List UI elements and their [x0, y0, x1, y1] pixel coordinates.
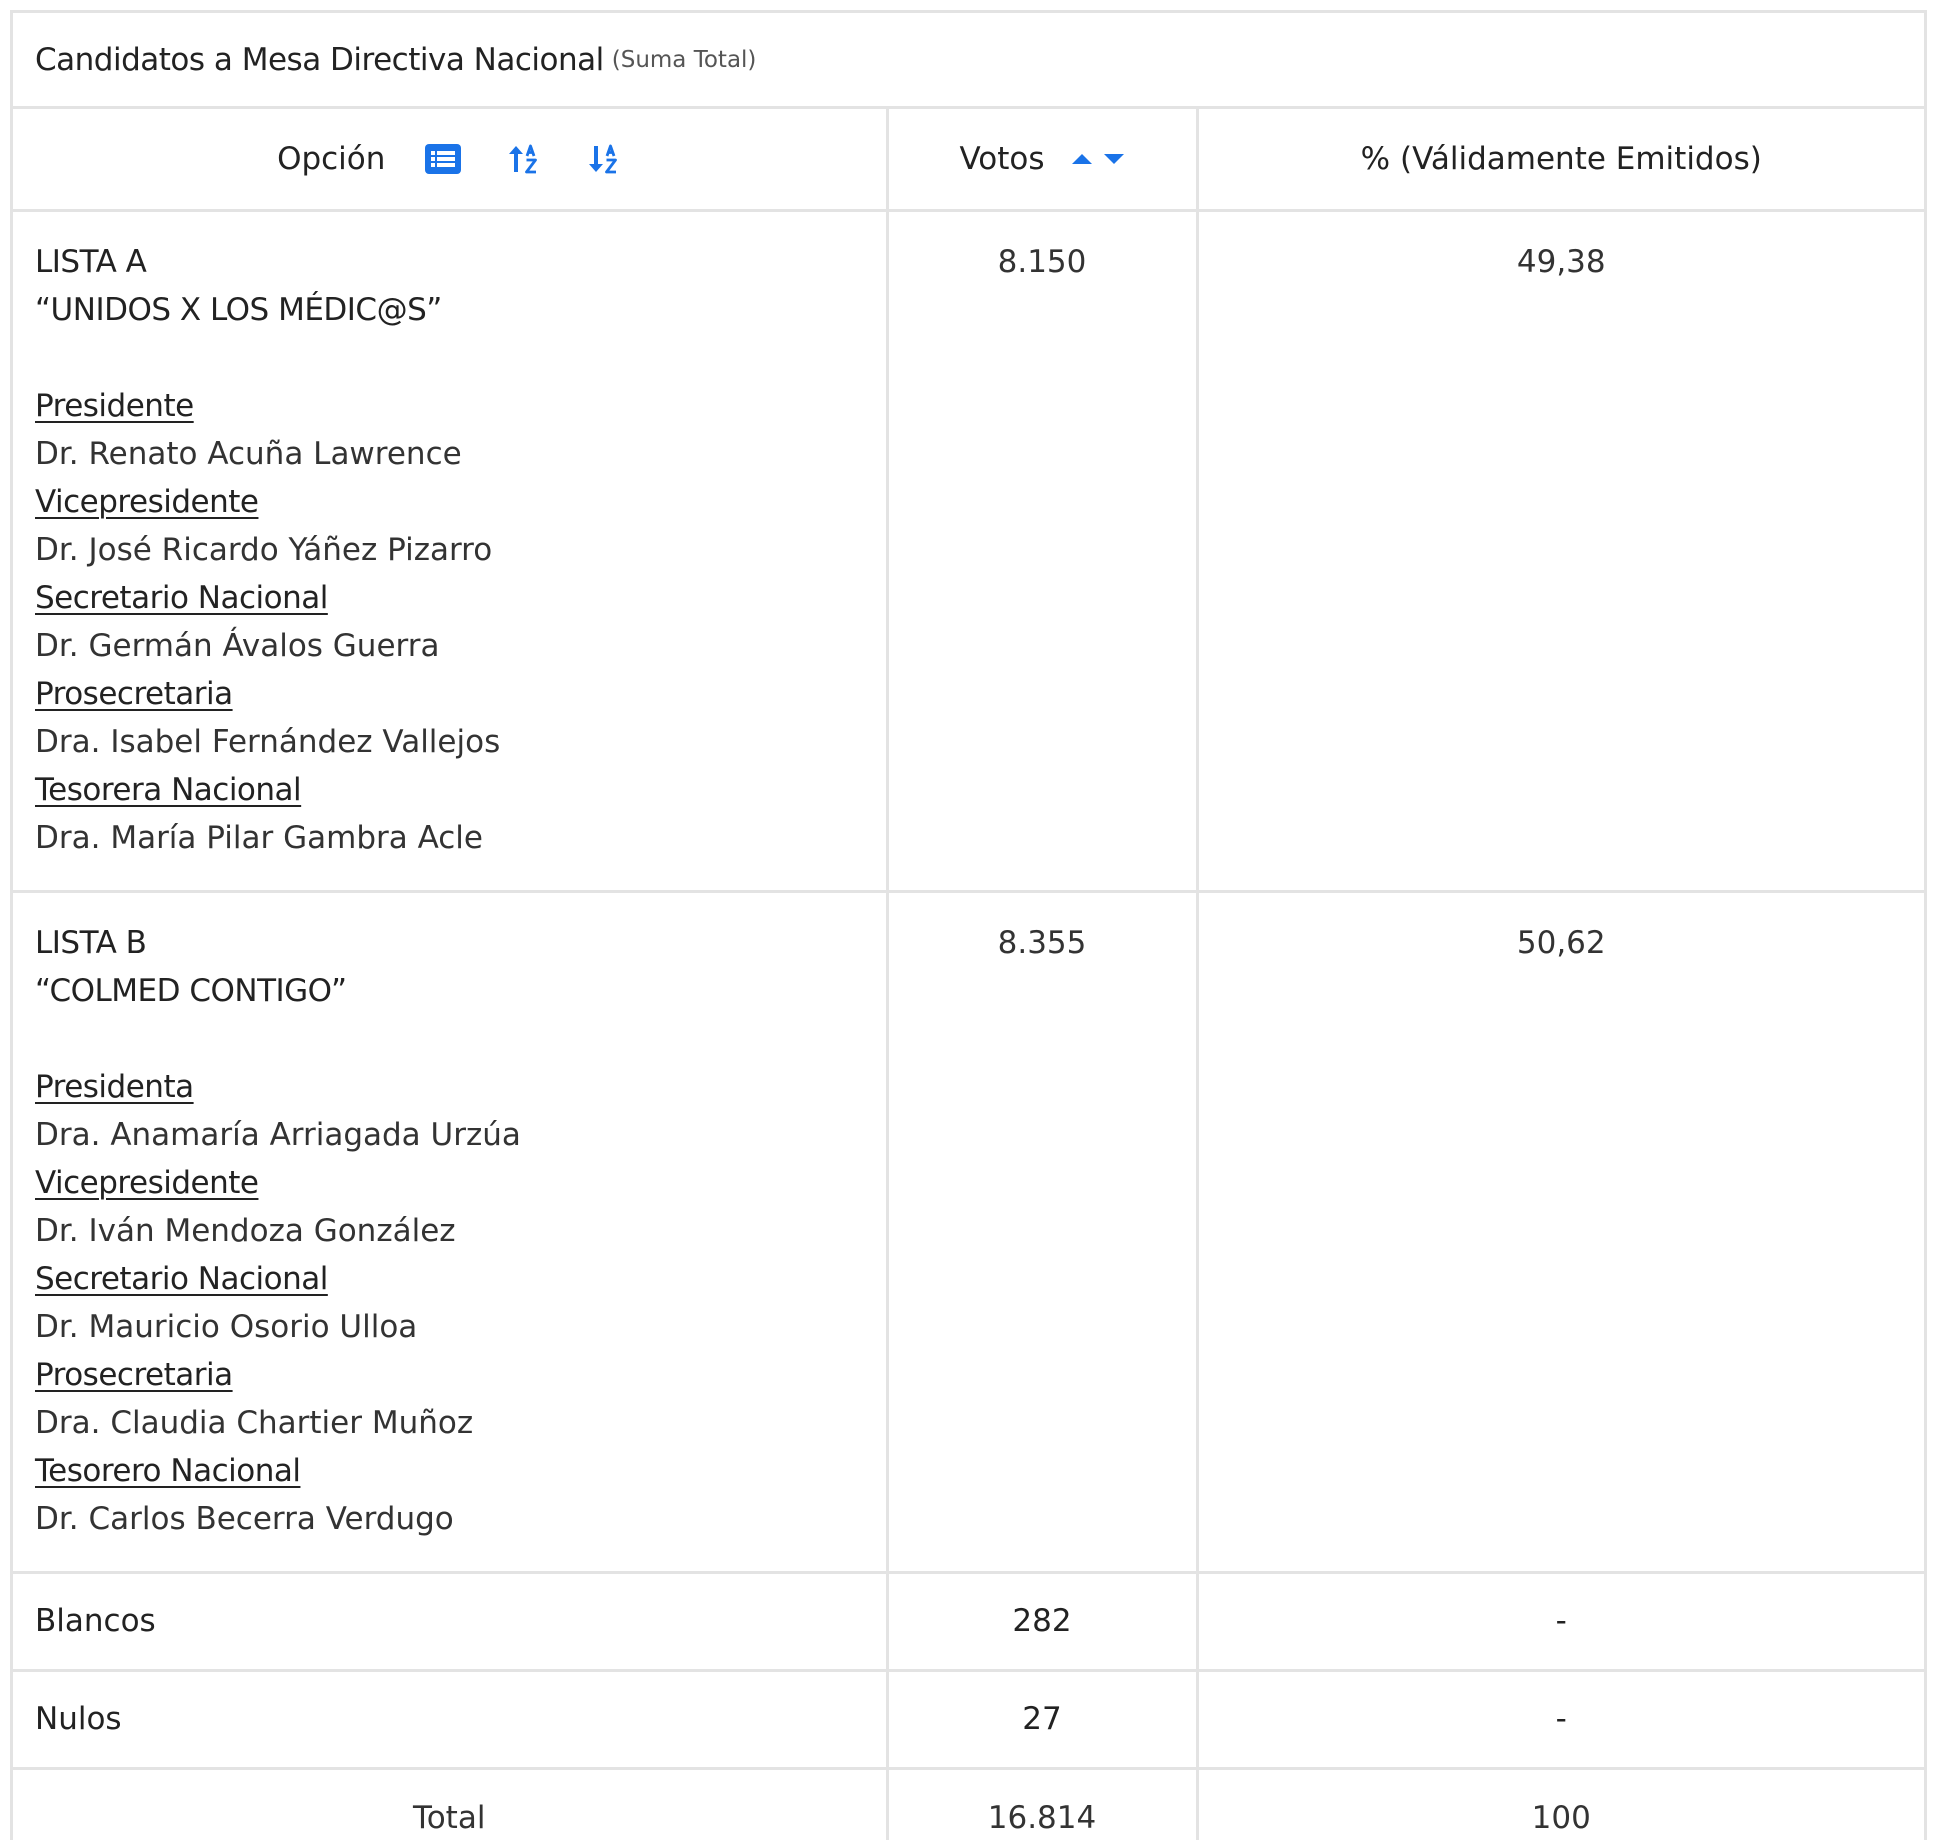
role-title: Secretario Nacional [35, 579, 328, 616]
candidate-name: Dra. María Pilar Gambra Acle [35, 819, 483, 856]
total-percent: 100 [1531, 1799, 1591, 1836]
candidate-name: Dra. Isabel Fernández Vallejos [35, 723, 501, 760]
panel-header: Candidatos a Mesa Directiva Nacional (Su… [13, 13, 1924, 109]
table-row: LISTA A “UNIDOS X LOS MÉDIC@S” President… [13, 210, 1924, 893]
role-title: Tesorero Nacional [35, 1452, 301, 1489]
header-option: Opción [13, 109, 889, 212]
percent-cell: 49,38 [1197, 210, 1924, 893]
candidate-name: Dr. José Ricardo Yáñez Pizarro [35, 531, 493, 568]
total-label: Total [13, 1768, 889, 1840]
nulos-label: Nulos [13, 1670, 889, 1770]
candidate-name: Dra. Anamaría Arriagada Urzúa [35, 1116, 521, 1153]
role-title: Presidente [35, 387, 194, 424]
candidate-name: Dra. Claudia Chartier Muñoz [35, 1404, 474, 1441]
list-slogan: “UNIDOS X LOS MÉDIC@S” [35, 291, 442, 328]
sort-alpha-up-icon[interactable] [507, 142, 541, 176]
votes-cell: 8.150 [887, 210, 1199, 893]
candidate-name: Dr. Mauricio Osorio Ulloa [35, 1308, 418, 1345]
role-title: Secretario Nacional [35, 1260, 328, 1297]
caret-up-icon[interactable] [1071, 152, 1093, 166]
panel-title: Candidatos a Mesa Directiva Nacional [35, 41, 604, 78]
role-title: Tesorera Nacional [35, 771, 302, 808]
nulos-votes: 27 [887, 1670, 1199, 1770]
table-header-row: Opción Votos % (Válidamente Emitidos) [13, 109, 1924, 212]
role-title: Prosecretaria [35, 1356, 233, 1393]
candidate-name: Dr. Iván Mendoza González [35, 1212, 456, 1249]
results-panel: Candidatos a Mesa Directiva Nacional (Su… [10, 10, 1927, 1840]
role-title: Prosecretaria [35, 675, 233, 712]
candidate-name: Dr. Carlos Becerra Verdugo [35, 1500, 454, 1537]
role-title: Vicepresidente [35, 1164, 259, 1201]
panel-subtitle: (Suma Total) [611, 46, 757, 73]
nulos-row: Nulos 27 - [13, 1670, 1924, 1770]
sort-alpha-down-icon[interactable] [587, 142, 621, 176]
nulos-percent: - [1197, 1670, 1924, 1770]
blancos-percent: - [1197, 1572, 1924, 1672]
header-percent: % (Válidamente Emitidos) [1197, 109, 1924, 212]
list-label: LISTA A [35, 243, 147, 280]
option-cell: LISTA A “UNIDOS X LOS MÉDIC@S” President… [13, 210, 889, 893]
header-percent-label: % (Válidamente Emitidos) [1360, 140, 1762, 177]
total-votes: 16.814 [887, 1768, 1199, 1840]
list-icon[interactable] [425, 143, 462, 174]
candidate-name: Dr. Germán Ávalos Guerra [35, 627, 440, 664]
role-title: Vicepresidente [35, 483, 259, 520]
list-slogan: “COLMED CONTIGO” [35, 972, 347, 1009]
caret-down-icon[interactable] [1103, 152, 1125, 166]
list-label: LISTA B [35, 924, 147, 961]
results-table: Opción Votos % (Válidamente Emitidos) LI… [13, 109, 1924, 1840]
header-votes-label: Votos [959, 140, 1045, 177]
table-row: LISTA B “COLMED CONTIGO” Presidenta Dra.… [13, 891, 1924, 1574]
blancos-votes: 282 [887, 1572, 1199, 1672]
blancos-label: Blancos [13, 1572, 889, 1672]
option-cell: LISTA B “COLMED CONTIGO” Presidenta Dra.… [13, 891, 889, 1574]
header-option-label: Opción [277, 140, 386, 177]
candidate-name: Dr. Renato Acuña Lawrence [35, 435, 462, 472]
votes-cell: 8.355 [887, 891, 1199, 1574]
total-row: Total 16.814 100 [13, 1768, 1924, 1840]
role-title: Presidenta [35, 1068, 194, 1105]
percent-cell: 50,62 [1197, 891, 1924, 1574]
header-votes: Votos [887, 109, 1199, 212]
blancos-row: Blancos 282 - [13, 1572, 1924, 1672]
